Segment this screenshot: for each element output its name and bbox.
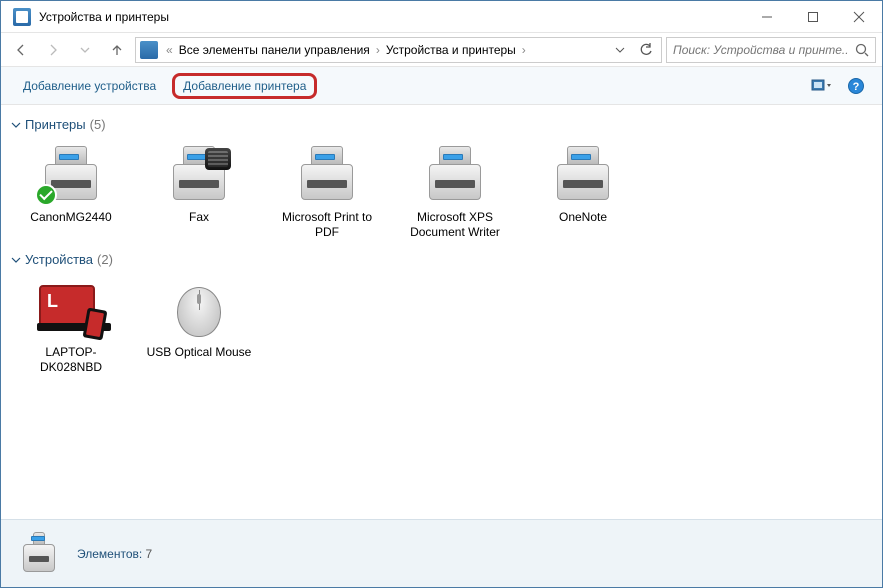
breadcrumb-part-2[interactable]: Устройства и принтеры: [386, 43, 516, 57]
window-buttons: [744, 1, 882, 32]
printers-grid: CanonMG2440 Fax Microsoft Print to PDF: [11, 142, 872, 244]
group-title: Принтеры: [25, 117, 86, 132]
printer-item[interactable]: Microsoft XPS Document Writer: [395, 142, 515, 244]
navbar: « Все элементы панели управления › Устро…: [1, 33, 882, 67]
fax-icon: [165, 146, 233, 204]
device-label: Fax: [189, 210, 209, 225]
breadcrumb-history-button[interactable]: [609, 38, 631, 62]
maximize-icon: [807, 11, 819, 23]
view-icon: [811, 78, 833, 94]
printer-item[interactable]: Microsoft Print to PDF: [267, 142, 387, 244]
minimize-icon: [761, 11, 773, 23]
device-item[interactable]: LAPTOP-DK028NBD: [11, 277, 131, 379]
titlebar: Устройства и принтеры: [1, 1, 882, 33]
refresh-icon: [639, 43, 653, 57]
search-input[interactable]: [673, 43, 849, 57]
printer-icon: [549, 146, 617, 204]
bc-sep-2: ›: [520, 43, 528, 57]
printer-item[interactable]: CanonMG2440: [11, 142, 131, 244]
nav-back-button[interactable]: [7, 36, 35, 64]
arrow-right-icon: [45, 42, 61, 58]
bc-prefix: «: [164, 43, 175, 57]
app-icon: [13, 8, 31, 26]
add-device-button[interactable]: Добавление устройства: [13, 73, 166, 99]
device-label: Microsoft XPS Document Writer: [400, 210, 510, 240]
help-button[interactable]: ?: [842, 72, 870, 100]
content-area: Принтеры (5) CanonMG2440 Fax: [1, 105, 882, 519]
group-count: (2): [97, 252, 113, 267]
device-label: OneNote: [559, 210, 607, 225]
default-check-icon: [35, 184, 57, 206]
group-header-devices[interactable]: Устройства (2): [11, 252, 872, 267]
chevron-down-icon: [11, 255, 21, 265]
bc-sep-1: ›: [374, 43, 382, 57]
printer-item[interactable]: Fax: [139, 142, 259, 244]
breadcrumb[interactable]: « Все элементы панели управления › Устро…: [135, 37, 662, 63]
svg-text:?: ?: [853, 81, 860, 93]
refresh-button[interactable]: [635, 38, 657, 62]
printer-icon: [37, 146, 105, 204]
control-panel-icon: [140, 41, 158, 59]
close-icon: [853, 11, 865, 23]
chevron-down-icon: [615, 45, 625, 55]
chevron-down-icon: [79, 44, 91, 56]
printer-icon: [421, 146, 489, 204]
mouse-icon: [165, 281, 233, 339]
add-printer-button[interactable]: Добавление принтера: [172, 73, 317, 99]
device-label: LAPTOP-DK028NBD: [16, 345, 126, 375]
help-icon: ?: [847, 77, 865, 95]
group-count: (5): [90, 117, 106, 132]
arrow-up-icon: [109, 42, 125, 58]
search-icon: [855, 43, 869, 57]
group-header-printers[interactable]: Принтеры (5): [11, 117, 872, 132]
window: Устройства и принтеры «: [0, 0, 883, 588]
nav-up-button[interactable]: [103, 36, 131, 64]
arrow-left-icon: [13, 42, 29, 58]
statusbar: Элементов: 7: [1, 519, 882, 587]
laptop-icon: [37, 281, 105, 339]
group-title: Устройства: [25, 252, 93, 267]
status-icon: [15, 532, 63, 576]
device-item[interactable]: USB Optical Mouse: [139, 277, 259, 379]
minimize-button[interactable]: [744, 1, 790, 32]
toolbar: Добавление устройства Добавление принтер…: [1, 67, 882, 105]
close-button[interactable]: [836, 1, 882, 32]
chevron-down-icon: [11, 120, 21, 130]
nav-forward-button[interactable]: [39, 36, 67, 64]
status-text: Элементов: 7: [77, 547, 152, 561]
status-label: Элементов:: [77, 547, 142, 561]
printer-icon: [293, 146, 361, 204]
maximize-button[interactable]: [790, 1, 836, 32]
device-label: Microsoft Print to PDF: [272, 210, 382, 240]
search-box[interactable]: [666, 37, 876, 63]
status-count: 7: [146, 547, 153, 561]
view-options-button[interactable]: [808, 72, 836, 100]
window-title: Устройства и принтеры: [39, 10, 744, 24]
printer-item[interactable]: OneNote: [523, 142, 643, 244]
device-label: USB Optical Mouse: [147, 345, 252, 360]
breadcrumb-part-1[interactable]: Все элементы панели управления: [179, 43, 370, 57]
nav-recent-button[interactable]: [71, 36, 99, 64]
devices-grid: LAPTOP-DK028NBD USB Optical Mouse: [11, 277, 872, 379]
device-label: CanonMG2440: [30, 210, 111, 225]
